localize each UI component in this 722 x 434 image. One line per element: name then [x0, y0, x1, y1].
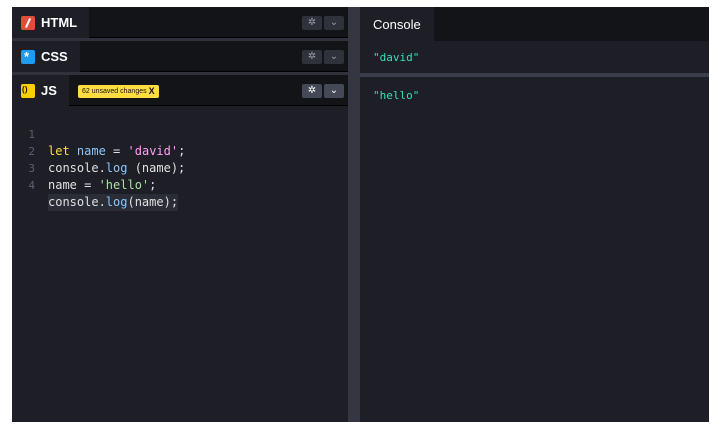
resize-handle[interactable] [348, 7, 360, 422]
js-icon [21, 83, 35, 98]
editor-column: HTML ✲ ⌄ CSS ✲ ⌄ JS [12, 7, 348, 422]
css-settings-button[interactable]: ✲ [302, 50, 322, 64]
js-collapse-button[interactable]: ⌄ [324, 84, 344, 98]
js-tab-label: JS [41, 83, 57, 98]
js-settings-button[interactable]: ✲ [302, 84, 322, 98]
console-header: Console [360, 7, 709, 41]
close-icon[interactable]: X [149, 85, 155, 98]
js-panel-header[interactable]: JS 62 unsaved changes X ✲ ⌄ [12, 75, 348, 106]
html-icon [21, 15, 35, 30]
css-panel-header[interactable]: CSS ✲ ⌄ [12, 41, 348, 72]
html-tab[interactable]: HTML [12, 7, 90, 38]
code-line-active[interactable]: 4 console.log(name); [12, 160, 348, 211]
html-tab-label: HTML [41, 15, 78, 30]
css-panel-controls: ✲ ⌄ [302, 50, 344, 64]
css-tab-label: CSS [41, 49, 68, 64]
console-tab[interactable]: Console [360, 7, 434, 41]
js-code-editor[interactable]: 1 let name = 'david'; 2 console.log (nam… [12, 106, 348, 422]
html-panel-header[interactable]: HTML ✲ ⌄ [12, 7, 348, 38]
unsaved-changes-text: 62 unsaved changes [82, 88, 147, 95]
code-editor-window: HTML ✲ ⌄ CSS ✲ ⌄ JS [12, 7, 709, 422]
code-token-object: console. [48, 195, 106, 209]
js-panel-controls: ✲ ⌄ [302, 84, 344, 98]
html-collapse-button[interactable]: ⌄ [324, 16, 344, 30]
code-token-punct: ; [149, 178, 157, 192]
line-number: 4 [28, 179, 35, 192]
code-line[interactable]: 2 console.log (name); [12, 126, 348, 175]
code-token-args: (name); [127, 195, 179, 209]
console-log-entry: "hello" [373, 89, 420, 102]
html-panel-controls: ✲ ⌄ [302, 16, 344, 30]
console-log-entry: "david" [360, 41, 709, 74]
resize-grip[interactable] [348, 7, 360, 422]
css-icon [21, 49, 35, 64]
js-tab[interactable]: JS [12, 75, 69, 106]
code-line[interactable]: 1 let name = 'david'; [12, 109, 348, 158]
unsaved-changes-badge[interactable]: 62 unsaved changes X [78, 85, 159, 98]
code-token-string: 'hello' [98, 178, 150, 192]
console-column: Console "david" "hello" [360, 7, 709, 422]
css-collapse-button[interactable]: ⌄ [324, 50, 344, 64]
html-settings-button[interactable]: ✲ [302, 16, 322, 30]
css-tab[interactable]: CSS [12, 41, 80, 72]
code-token-method: log [105, 195, 128, 209]
code-line[interactable]: 3 name = 'hello'; [12, 143, 348, 192]
